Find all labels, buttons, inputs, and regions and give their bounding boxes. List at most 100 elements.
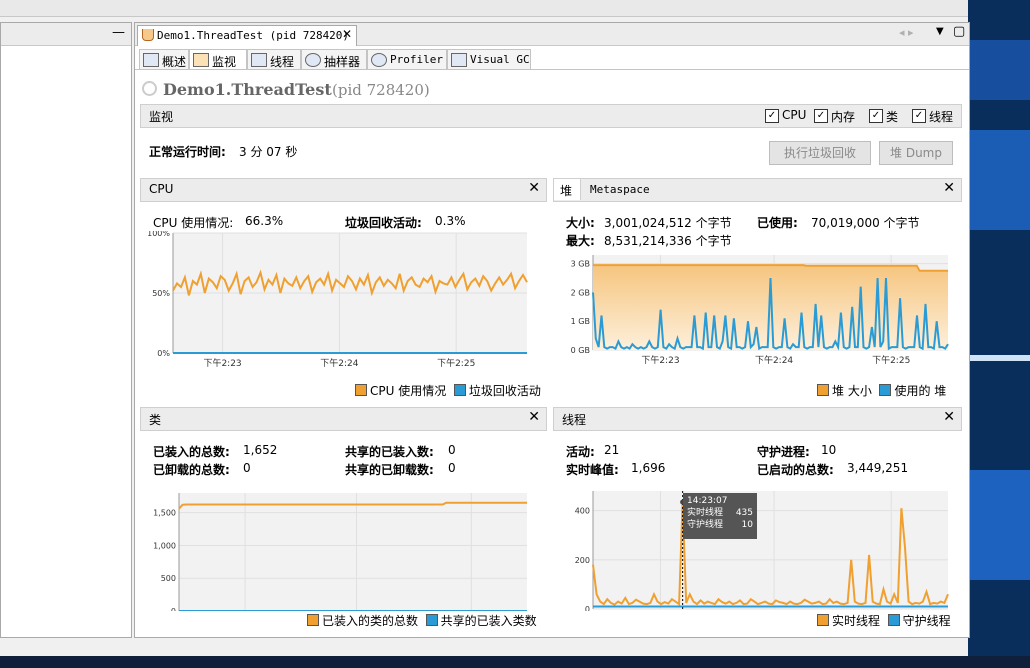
document-tab[interactable]: Demo1.ThreadTest (pid 728420) ✕ bbox=[137, 25, 357, 46]
x-tick-label: 下午2:25 bbox=[437, 357, 475, 369]
document-tab-bar: Demo1.ThreadTest (pid 728420) ✕ ◂ ▸ ▼ ▢ bbox=[135, 23, 969, 46]
tab-label: 抽样器 bbox=[324, 55, 361, 69]
heap-max-value: 8,531,214,336 个字节 bbox=[604, 234, 732, 248]
peak-threads-value: 1,696 bbox=[631, 461, 666, 475]
checkbox-threads[interactable]: ✓ bbox=[912, 109, 926, 123]
y-tick-label: 50% bbox=[152, 289, 170, 298]
x-tick-label: 下午2:23 bbox=[641, 354, 679, 366]
shared-loaded-label: 共享的已装入数: bbox=[345, 445, 434, 459]
monitor-section-bar: 监视 ✓ CPU ✓ 内存 ✓ 类 ✓ 线程 bbox=[140, 104, 962, 128]
legend-swatch bbox=[307, 614, 319, 626]
tab-metaspace[interactable]: Metaspace bbox=[590, 183, 650, 196]
panel-title: 类 bbox=[149, 413, 162, 427]
monitor-icon bbox=[193, 53, 209, 67]
tab-label: Visual GC bbox=[470, 53, 530, 66]
tooltip-live-value: 435 bbox=[735, 508, 753, 518]
checkbox-memory[interactable]: ✓ bbox=[814, 109, 828, 123]
threads-panel-bar: 线程 ✕ bbox=[553, 407, 962, 431]
legend-swatch bbox=[879, 384, 892, 396]
live-threads-value: 21 bbox=[604, 443, 620, 457]
x-tick-label: 下午2:25 bbox=[872, 354, 910, 366]
tab-threads[interactable]: 线程 bbox=[247, 49, 301, 70]
heap-used-value: 70,019,000 个字节 bbox=[811, 216, 920, 230]
taskbar bbox=[0, 656, 1030, 668]
cpu-legend: CPU 使用情况 垃圾回收活动 bbox=[355, 382, 541, 399]
legend-label: 垃圾回收活动 bbox=[468, 384, 541, 398]
checkbox-classes[interactable]: ✓ bbox=[869, 109, 883, 123]
cpu-chart: 下午2:23 下午2:24 下午2:25 100% 50% 0% bbox=[147, 231, 528, 369]
tab-overview[interactable]: 概述 bbox=[139, 49, 189, 70]
tab-label: 堆 bbox=[560, 184, 573, 198]
heap-chart: 下午2:23 下午2:24 下午2:25 3 GB 2 GB 1 GB 0 GB bbox=[571, 255, 949, 366]
dropdown-icon[interactable]: ▼ bbox=[936, 26, 944, 37]
tab-label: 概述 bbox=[162, 55, 187, 69]
y-tick-label: 100% bbox=[147, 231, 170, 238]
loaded-label: 已装入的总数: bbox=[153, 445, 230, 459]
section-title: 监视 bbox=[149, 110, 174, 124]
main-panel: Demo1.ThreadTest (pid 728420) ✕ ◂ ▸ ▼ ▢ … bbox=[134, 22, 970, 638]
sampler-icon bbox=[305, 53, 321, 67]
threads-icon bbox=[251, 53, 267, 67]
tab-profiler[interactable]: Profiler bbox=[367, 49, 447, 70]
close-icon[interactable]: ✕ bbox=[342, 27, 352, 41]
y-tick-label: 0% bbox=[157, 349, 170, 358]
uptime-label: 正常运行时间: bbox=[149, 145, 226, 159]
legend-swatch bbox=[817, 384, 829, 396]
legend-label: 守护线程 bbox=[902, 614, 951, 628]
heap-dump-button[interactable]: 堆 Dump bbox=[879, 141, 953, 165]
checkbox-label: 线程 bbox=[929, 110, 954, 124]
heap-panel-bar: 堆 Metaspace ✕ bbox=[553, 178, 962, 202]
java-cup-icon bbox=[142, 29, 154, 41]
loaded-value: 1,652 bbox=[243, 443, 278, 457]
tab-label: Profiler bbox=[390, 53, 443, 66]
legend-swatch bbox=[355, 384, 367, 396]
classes-panel-bar: 类 ✕ bbox=[140, 407, 547, 431]
close-icon[interactable]: ✕ bbox=[943, 409, 955, 425]
gc-activity-label: 垃圾回收活动: bbox=[345, 216, 422, 230]
shared-unloaded-label: 共享的已卸载数: bbox=[345, 463, 434, 477]
heap-size-value: 3,001,024,512 个字节 bbox=[604, 216, 732, 230]
minimize-icon[interactable]: — bbox=[112, 25, 125, 40]
classes-legend: 已装入的类的总数 共享的已装入类数 bbox=[307, 612, 537, 629]
shared-unloaded-value: 0 bbox=[448, 461, 456, 475]
unloaded-label: 已卸载的总数: bbox=[153, 463, 230, 477]
shared-loaded-value: 0 bbox=[448, 443, 456, 457]
tab-monitor[interactable]: 监视 bbox=[189, 49, 247, 70]
overview-icon bbox=[143, 53, 159, 67]
panel-title: CPU bbox=[149, 182, 174, 196]
perform-gc-button[interactable]: 执行垃圾回收 bbox=[769, 141, 871, 165]
tab-heap[interactable]: 堆 bbox=[554, 179, 581, 200]
close-icon[interactable]: ✕ bbox=[528, 409, 540, 425]
plot-area bbox=[593, 491, 948, 609]
x-tick-label: 下午2:23 bbox=[203, 357, 241, 369]
y-tick-label: 0 bbox=[171, 607, 176, 611]
thread-tooltip: 14:23:07 实时线程 435 守护线程 10 bbox=[683, 493, 757, 539]
app-pid: (pid 728420) bbox=[332, 81, 430, 99]
close-icon[interactable]: ✕ bbox=[528, 180, 540, 196]
heap-legend: 堆 大小 使用的 堆 bbox=[817, 382, 946, 399]
y-tick-label: 400 bbox=[575, 507, 590, 516]
legend-label: 共享的已装入类数 bbox=[440, 614, 537, 628]
restore-icon[interactable]: ▢ bbox=[953, 24, 965, 39]
live-threads-label: 活动: bbox=[566, 445, 595, 459]
cpu-panel-bar: CPU ✕ bbox=[140, 178, 547, 202]
tab-label: 线程 bbox=[270, 55, 295, 69]
tooltip-daemon-label: 守护线程 bbox=[687, 520, 724, 530]
tooltip-time: 14:23:07 bbox=[687, 496, 728, 506]
tooltip-live-label: 实时线程 bbox=[687, 508, 724, 518]
left-panel-header: — bbox=[1, 23, 131, 46]
profiler-icon bbox=[371, 53, 387, 67]
close-icon[interactable]: ✕ bbox=[943, 180, 955, 196]
nav-arrows-icon[interactable]: ◂ ▸ bbox=[899, 26, 914, 39]
y-tick-label: 500 bbox=[161, 574, 176, 583]
cpu-usage-label: CPU 使用情况: bbox=[153, 216, 234, 230]
tab-visual-gc[interactable]: Visual GC bbox=[447, 49, 531, 70]
tab-sampler[interactable]: 抽样器 bbox=[301, 49, 367, 70]
x-tick-label: 下午2:24 bbox=[320, 357, 358, 369]
checkbox-cpu[interactable]: ✓ bbox=[765, 109, 779, 123]
plot-area bbox=[179, 493, 527, 611]
legend-label: 堆 大小 bbox=[832, 384, 872, 398]
threads-legend: 实时线程 守护线程 bbox=[817, 612, 951, 629]
started-threads-label: 已启动的总数: bbox=[757, 463, 834, 477]
gc-activity-value: 0.3% bbox=[435, 214, 466, 228]
